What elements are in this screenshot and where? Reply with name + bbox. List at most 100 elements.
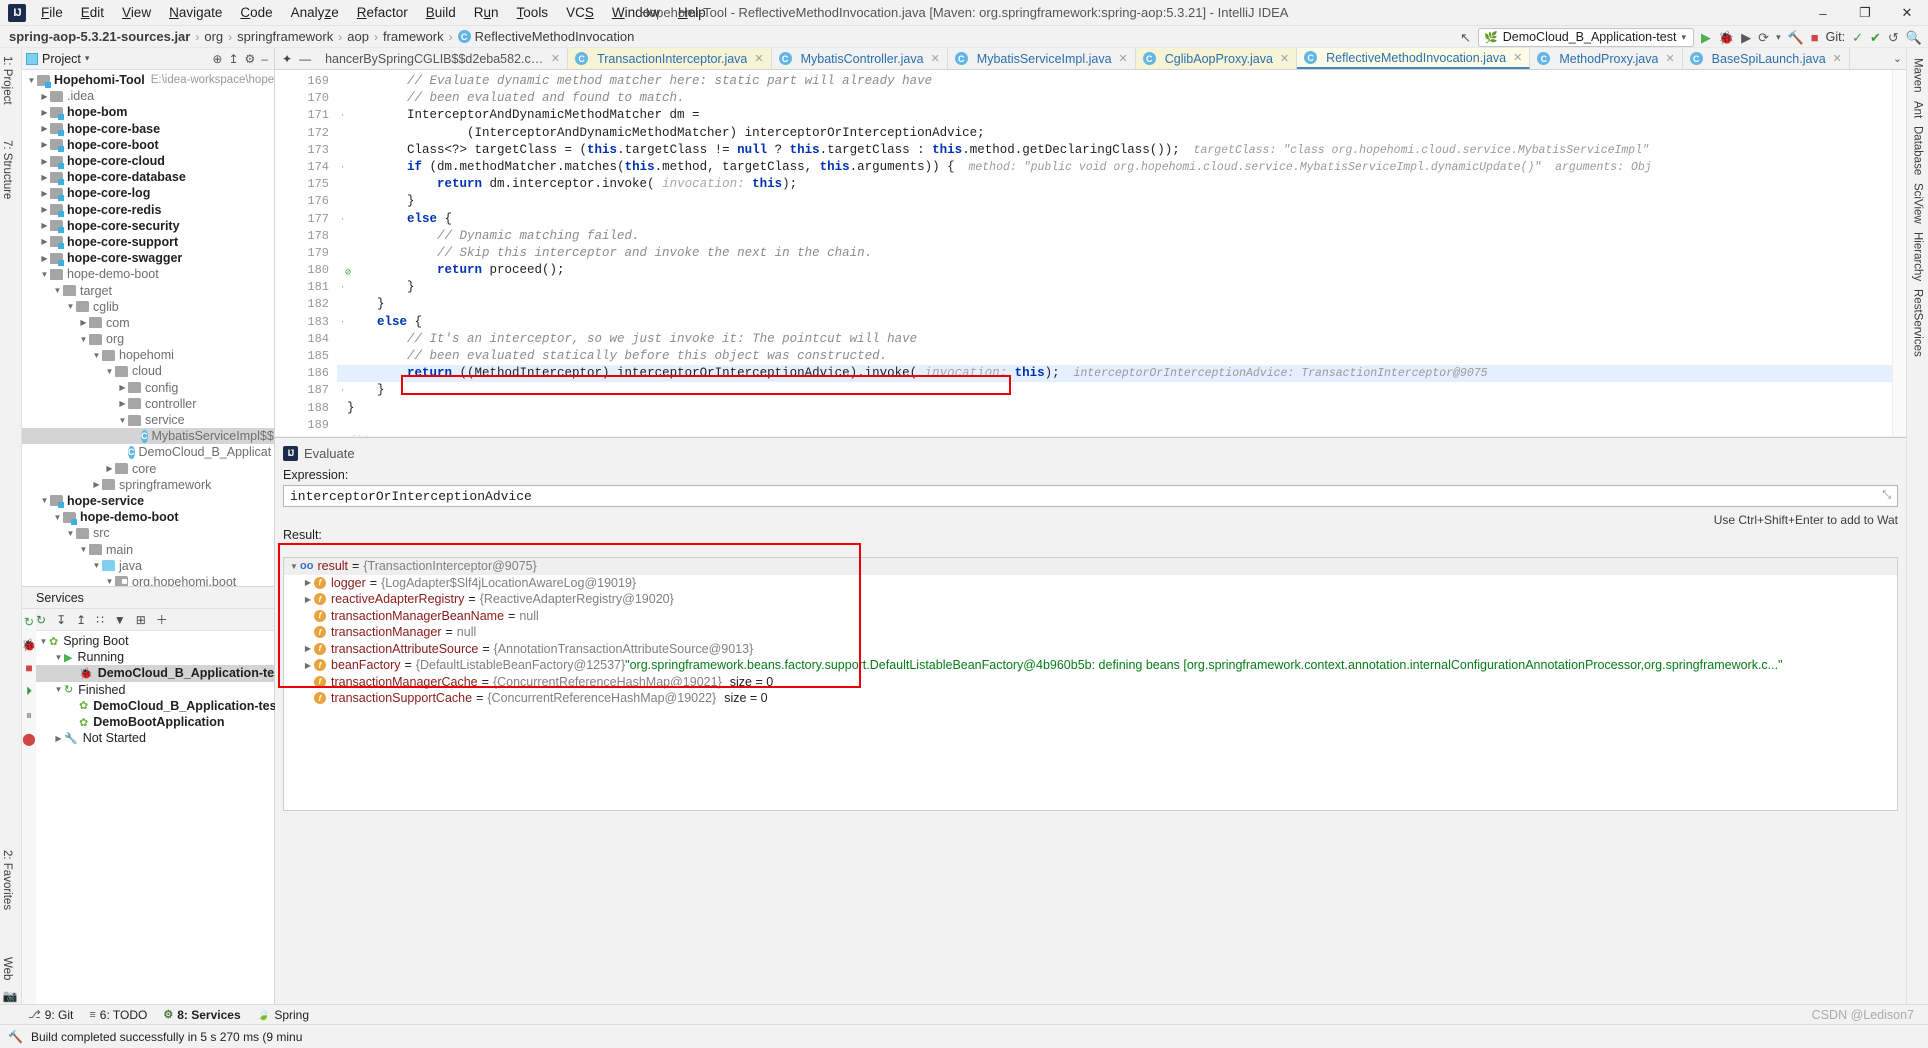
gutter-line-176[interactable]: 176: [275, 193, 337, 210]
tree-node-hope-demo-boot[interactable]: ▼ hope-demo-boot: [22, 266, 274, 282]
tree-node-hope-service[interactable]: ▼ hope-service: [22, 493, 274, 509]
gutter-line-172[interactable]: 172: [275, 125, 337, 142]
sidebar-item-sciview[interactable]: SciView: [1912, 179, 1924, 228]
tree-node-java[interactable]: ▼ java: [22, 558, 274, 574]
chevron-right-icon[interactable]: ▶: [117, 383, 128, 392]
sidebar-item-favorites[interactable]: 2: Favorites: [1, 846, 13, 914]
resume-icon[interactable]: ⏵: [26, 684, 32, 699]
chevron-right-icon[interactable]: ▶: [53, 734, 64, 743]
editor-tab-reflectivemethodinvocation[interactable]: C ReflectiveMethodInvocation.java ✕: [1297, 48, 1531, 69]
chevron-right-icon[interactable]: ▶: [302, 578, 314, 587]
chevron-down-icon[interactable]: ▼: [91, 351, 102, 360]
tree-node-main[interactable]: ▼ main: [22, 541, 274, 557]
menu-edit[interactable]: Edit: [72, 2, 113, 23]
tab-overflow[interactable]: ⌄: [1889, 48, 1906, 69]
chevron-down-icon[interactable]: ▼: [78, 335, 89, 344]
tree-node-hope-core-swagger[interactable]: ▶ hope-core-swagger: [22, 250, 274, 266]
debug-icon[interactable]: 🐞: [22, 638, 37, 652]
gutter-line-181[interactable]: 181 ·: [275, 279, 345, 296]
chevron-down-icon[interactable]: ▼: [78, 545, 89, 554]
chevron-down-icon[interactable]: ▼: [53, 653, 64, 662]
chevron-down-icon[interactable]: ▼: [104, 367, 115, 376]
gutter-line-169[interactable]: 169: [275, 73, 337, 90]
code-line-182[interactable]: }: [337, 296, 1906, 313]
chevron-down-icon[interactable]: ▼: [38, 637, 49, 646]
result-row-beanFactory[interactable]: ▶ f beanFactory = {DefaultListableBeanFactor…: [284, 657, 1897, 674]
menu-tools[interactable]: Tools: [508, 2, 558, 23]
debug-button[interactable]: 🐞: [1718, 31, 1734, 44]
code-line-177[interactable]: else {: [337, 211, 1906, 228]
code-line-179[interactable]: // Skip this interceptor and invoke the …: [337, 245, 1906, 262]
pin-tab-icon[interactable]: ✦: [282, 52, 292, 66]
menu-run[interactable]: Run: [465, 2, 508, 23]
close-tab-icon[interactable]: ✕: [754, 52, 763, 65]
chevron-down-icon[interactable]: ▼: [288, 562, 300, 571]
filter-icon[interactable]: ▼: [114, 613, 126, 627]
gutter-line-178[interactable]: 178: [275, 228, 337, 245]
code-line-178[interactable]: // Dynamic matching failed.: [337, 228, 1906, 245]
project-tree[interactable]: ▼Hopehomi-ToolE:\idea-workspace\hopehom▶…: [22, 70, 274, 586]
tree-node-config[interactable]: ▶ config: [22, 380, 274, 396]
pause-icon[interactable]: ⏸: [26, 708, 32, 723]
chevron-down-icon[interactable]: ▼: [65, 529, 76, 538]
close-tab-icon[interactable]: ✕: [1280, 52, 1289, 65]
chevron-down-icon[interactable]: ▼: [39, 496, 50, 505]
tree-node-hope-core-support[interactable]: ▶ hope-core-support: [22, 234, 274, 250]
code-line-181[interactable]: }: [337, 279, 1906, 296]
gutter-line-180[interactable]: 180 ⊘: [275, 262, 351, 279]
menu-build[interactable]: Build: [417, 2, 465, 23]
rerun-icon[interactable]: ↻: [36, 613, 46, 627]
sidebar-item-ant[interactable]: Ant: [1912, 97, 1924, 122]
tree-node-src[interactable]: ▼ src: [22, 525, 274, 541]
back-arrow-icon[interactable]: ↖: [1460, 31, 1471, 44]
close-tab-icon[interactable]: ✕: [551, 52, 560, 65]
vcs-history-icon[interactable]: ↺: [1888, 31, 1899, 44]
menu-window[interactable]: Window: [603, 2, 669, 23]
code-line-174[interactable]: if (dm.methodMatcher.matches(this.method…: [337, 159, 1906, 176]
tree-node-org-hopehomi-boot[interactable]: ▼ org.hopehomi.boot: [22, 574, 274, 586]
menu-refactor[interactable]: Refactor: [348, 2, 417, 23]
collapse-all-icon[interactable]: ↥: [76, 613, 86, 627]
chevron-down-icon[interactable]: ▼: [52, 513, 63, 522]
run-configuration-selector[interactable]: 🌿 DemoCloud_B_Application-test ▾: [1478, 27, 1694, 47]
gutter-line-190[interactable]: 190: [275, 434, 337, 436]
tree-node-target[interactable]: ▼ target: [22, 282, 274, 298]
code-line-190[interactable]: /**: [337, 434, 1906, 436]
editor-tab-methodproxy[interactable]: C MethodProxy.java ✕: [1530, 48, 1683, 69]
code-line-183[interactable]: else {: [337, 314, 1906, 331]
code-line-180[interactable]: return proceed();: [337, 262, 1906, 279]
gutter-line-187[interactable]: 187 ·: [275, 382, 345, 399]
tree-node-service[interactable]: ▼ service: [22, 412, 274, 428]
gutter-line-188[interactable]: 188: [275, 400, 337, 417]
tree-node--idea[interactable]: ▶ .idea: [22, 88, 274, 104]
breadcrumb-jar[interactable]: spring-aop-5.3.21-sources.jar: [9, 29, 190, 44]
code-line-172[interactable]: (InterceptorAndDynamicMethodMatcher) int…: [337, 125, 1906, 142]
services-node-democloud-b-application-test[interactable]: 🐞 DemoCloud_B_Application-test: [36, 665, 285, 682]
editor-tab-hancerbyspringcglib-d2eba582[interactable]: hancerBySpringCGLIB$$d2eba582.class ✕: [318, 48, 569, 69]
bottom-tool-9-git[interactable]: ⎇ 9: Git: [28, 1008, 73, 1022]
chevron-right-icon[interactable]: ▶: [39, 221, 50, 230]
menu-vcs[interactable]: VCS: [557, 2, 603, 23]
sidebar-item-database[interactable]: Database: [1912, 122, 1924, 179]
close-tab-icon[interactable]: ✕: [1833, 52, 1842, 65]
run-button[interactable]: ▶: [1701, 31, 1711, 44]
code-line-170[interactable]: // been evaluated and found to match.: [337, 90, 1906, 107]
code-line-176[interactable]: }: [337, 193, 1906, 210]
chevron-right-icon[interactable]: ▶: [117, 399, 128, 408]
settings-gear-icon[interactable]: ⚙: [245, 52, 256, 66]
chevron-down-icon[interactable]: ▼: [104, 577, 115, 586]
editor-tab-mybatisserviceimpl[interactable]: C MybatisServiceImpl.java ✕: [948, 48, 1136, 69]
menu-analyze[interactable]: Analyze: [282, 2, 348, 23]
tree-node-com[interactable]: ▶ com: [22, 315, 274, 331]
tree-node-hope-core-database[interactable]: ▶ hope-core-database: [22, 169, 274, 185]
editor-tab-cglibaopproxy[interactable]: C CglibAopProxy.java ✕: [1135, 48, 1298, 69]
menu-file[interactable]: File: [32, 2, 72, 23]
chevron-right-icon[interactable]: ▶: [39, 237, 50, 246]
add-icon[interactable]: ＋: [156, 611, 168, 628]
search-icon[interactable]: 🔍: [1906, 31, 1922, 44]
chevron-down-icon[interactable]: ▼: [53, 685, 64, 694]
result-tree[interactable]: ▼ oo result = {TransactionInterceptor@9075} ▶…: [283, 557, 1898, 811]
gutter-line-175[interactable]: 175: [275, 176, 337, 193]
editor-tab-mybatiscontroller[interactable]: C MybatisController.java ✕: [772, 48, 948, 69]
gutter-line-177[interactable]: 177 ·: [275, 211, 345, 228]
